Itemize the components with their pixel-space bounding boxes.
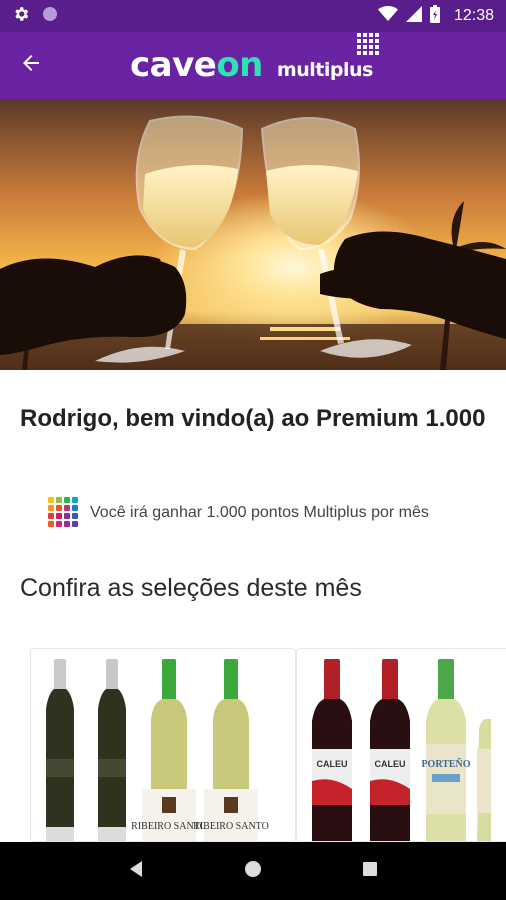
screen: 12:38 caveon multiplus Rodrigo, bem vind…: [0, 0, 506, 900]
bottle-label-text: RIBEIRO SANTO: [193, 821, 269, 832]
wifi-icon: [377, 5, 398, 27]
recents-square-icon: [362, 861, 378, 882]
multiplus-grid-icon: [356, 33, 379, 55]
gear-icon: [12, 5, 30, 28]
app-bar: caveon multiplus: [0, 32, 506, 99]
caveon-logo: caveon: [130, 45, 263, 85]
back-triangle-icon: [128, 860, 144, 883]
product-card[interactable]: RIBEIRO SANTO RIBEIRO SANTO: [30, 648, 296, 842]
bottle-label-text: PORTEÑO: [421, 758, 470, 770]
caveon-logo-suffix: on: [216, 45, 263, 85]
caveon-logo-prefix: cave: [130, 45, 217, 85]
back-button[interactable]: [0, 32, 62, 99]
nav-recents-button[interactable]: [350, 851, 390, 891]
points-info: Você irá ganhar 1.000 pontos Multiplus p…: [48, 497, 429, 529]
bottle-label-text: CALEU: [375, 759, 406, 769]
product-card[interactable]: CALEU CALEU PORTEÑO: [296, 648, 506, 842]
nav-home-button[interactable]: [233, 851, 273, 891]
arrow-left-icon: [19, 51, 43, 80]
home-circle-icon: [243, 859, 263, 884]
welcome-title: Rodrigo, bem vindo(a) ao Premium 1.000: [20, 405, 486, 432]
nav-back-button[interactable]: [116, 851, 156, 891]
multiplus-points-icon: [48, 497, 80, 529]
multiplus-logo-text: multiplus: [276, 59, 373, 81]
circle-icon: [42, 6, 58, 27]
bottle-label-text: CALEU: [317, 759, 348, 769]
battery-icon: [429, 4, 440, 28]
brand-logo: caveon multiplus: [130, 33, 379, 90]
hero-image: [0, 99, 506, 370]
product-image: RIBEIRO SANTO RIBEIRO SANTO: [46, 659, 269, 841]
product-carousel[interactable]: RIBEIRO SANTO RIBEIRO SANTO CALEU CALEU …: [0, 648, 506, 842]
points-text: Você irá ganhar 1.000 pontos Multiplus p…: [90, 504, 429, 521]
selections-title: Confira as seleções deste mês: [20, 574, 362, 602]
system-nav-bar: [0, 842, 506, 900]
status-bar: 12:38: [0, 0, 506, 32]
multiplus-logo: multiplus: [276, 33, 379, 81]
product-image: CALEU CALEU PORTEÑO: [312, 659, 491, 841]
status-time: 12:38: [453, 7, 494, 24]
signal-icon: [405, 5, 422, 27]
